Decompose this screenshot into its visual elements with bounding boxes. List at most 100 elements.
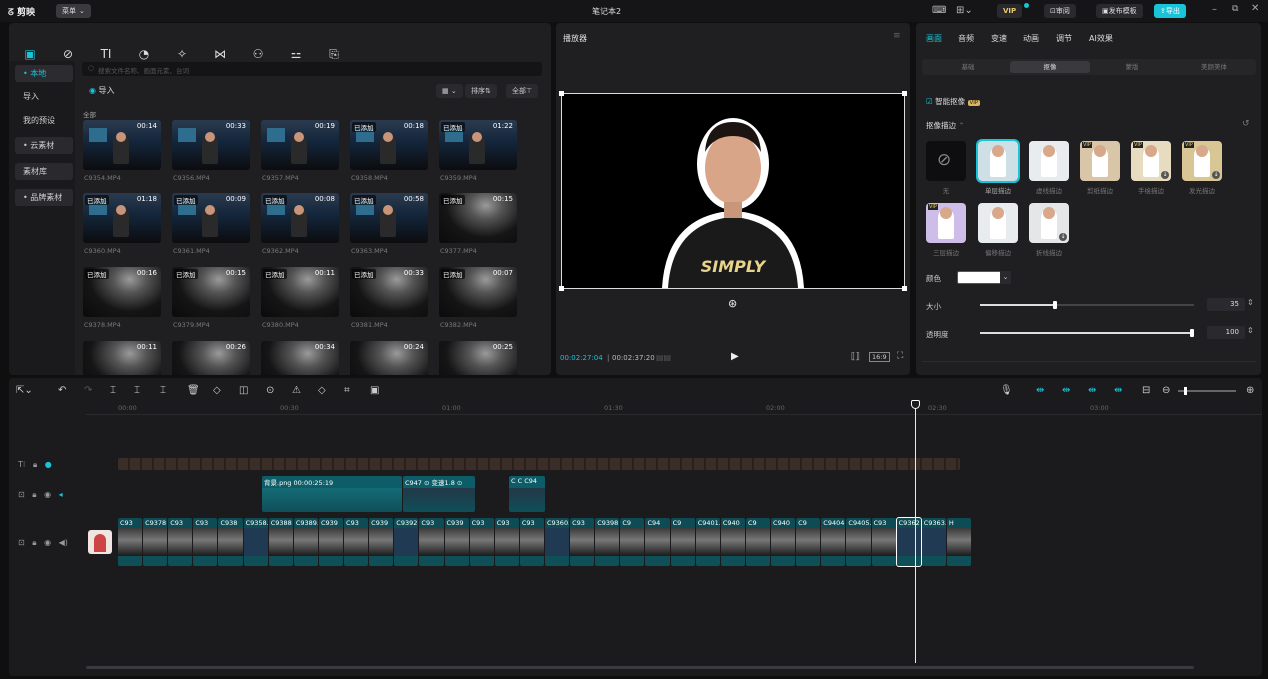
main-track-clip[interactable]: C9	[745, 518, 771, 566]
preview-axis-icon[interactable]: ⇹	[1114, 385, 1122, 396]
close-icon[interactable]: ✕	[1251, 3, 1259, 14]
main-track-clip[interactable]: C94	[645, 518, 670, 566]
media-thumbnail[interactable]: 已添加 00:18	[350, 120, 428, 170]
cover-thumbnail[interactable]	[88, 530, 112, 554]
smart-cutout-toggle[interactable]: ☑ 智能抠像 VIP	[926, 96, 981, 107]
timeline-segments-icon[interactable]: ▤▤	[656, 353, 671, 362]
review-button[interactable]: ⊡ 审阅	[1044, 4, 1076, 18]
main-track-clip[interactable]: C9358.MP	[243, 518, 268, 566]
lock-icon[interactable]: 🔒︎	[32, 538, 36, 547]
main-track-clip[interactable]: C940	[720, 518, 745, 566]
sidebar-item[interactable]: 我的预设	[15, 112, 73, 129]
stroke-preset[interactable]: VIP	[1080, 141, 1120, 181]
media-thumbnail[interactable]: 已添加 00:11	[261, 267, 339, 317]
inspector-tab[interactable]: 变速	[991, 33, 1007, 44]
inspector-tab[interactable]: 动画	[1023, 33, 1039, 44]
main-track-clip[interactable]: C93	[494, 518, 519, 566]
fullscreen-icon[interactable]: ⛶	[897, 351, 903, 361]
main-track-clip[interactable]: C9401.M	[695, 518, 720, 566]
sidebar-item[interactable]: • 云素材	[15, 137, 73, 154]
inspector-tab[interactable]: 音频	[958, 33, 974, 44]
export-button[interactable]: ⇪ 导出	[1154, 4, 1186, 18]
main-track-clip[interactable]: C939	[444, 518, 469, 566]
opacity-slider-handle[interactable]	[1190, 329, 1194, 337]
media-thumbnail[interactable]: 00:19	[261, 120, 339, 170]
main-track-clip[interactable]: C93	[419, 518, 444, 566]
sidebar-item[interactable]: 素材库	[15, 163, 73, 180]
media-thumbnail[interactable]: 已添加 00:58	[350, 193, 428, 243]
overlay-clip[interactable]: 背景.png 00:00:25:19	[262, 476, 402, 512]
split-icon[interactable]: ⌶	[110, 385, 116, 396]
restore-icon[interactable]: ⧉	[1232, 4, 1238, 14]
playhead-handle[interactable]	[911, 400, 920, 409]
media-thumbnail[interactable]: 00:33	[172, 120, 250, 170]
caption-icon[interactable]: ⊟	[1142, 385, 1150, 396]
rotate-tool-icon[interactable]: ◇	[318, 385, 326, 396]
zoom-fit-icon[interactable]: ⊕	[1246, 385, 1254, 396]
stroke-section-title[interactable]: 抠像描边 ⌃	[926, 120, 965, 131]
vip-button[interactable]: VIP	[997, 4, 1023, 18]
audio-icon[interactable]: ◀︎)	[59, 538, 68, 547]
sort-button[interactable]: 排序 ⇅	[465, 84, 497, 98]
crop-icon[interactable]: ⌗	[344, 385, 350, 396]
resize-handle[interactable]	[559, 91, 564, 96]
main-track-clip[interactable]: C9392.MP	[394, 518, 419, 566]
overlay-clip[interactable]: C947 ⊙ 变速1.8 ⊙	[403, 476, 475, 512]
stroke-preset[interactable]	[976, 139, 1020, 183]
media-thumbnail[interactable]: 已添加 01:18	[83, 193, 161, 243]
stroke-preset[interactable]: VIP	[926, 203, 966, 243]
media-thumbnail[interactable]: 已添加 00:33	[350, 267, 428, 317]
crop-view-icon[interactable]: ⟦⟧	[851, 352, 860, 362]
size-stepper-icon[interactable]: ⇕	[1247, 298, 1254, 307]
opacity-slider[interactable]	[980, 329, 1194, 337]
stroke-preset[interactable]	[1029, 141, 1069, 181]
inspector-tab[interactable]: AI效果	[1089, 33, 1113, 44]
main-track-clip[interactable]: C9405.	[846, 518, 871, 566]
resize-handle[interactable]	[902, 91, 907, 96]
main-track-clip[interactable]: C93	[519, 518, 544, 566]
resize-handle[interactable]	[902, 286, 907, 291]
filter-button[interactable]: 全部 ⊤	[506, 84, 539, 98]
split-left-icon[interactable]: ⌶	[134, 385, 140, 396]
inspector-tab[interactable]: 画面	[926, 33, 942, 44]
undo-icon[interactable]: ↶	[58, 385, 66, 396]
text-clips-track[interactable]	[118, 458, 960, 470]
keyboard-icon[interactable]: ⌨	[932, 5, 946, 16]
zoom-slider-handle[interactable]	[1184, 387, 1187, 395]
main-track-clip[interactable]: C9	[620, 518, 645, 566]
minimize-icon[interactable]: –	[1212, 4, 1217, 15]
resize-handle[interactable]	[559, 286, 564, 291]
inspector-subtab[interactable]: 美颜美体	[1174, 61, 1254, 73]
media-thumbnail[interactable]: 已添加 00:07	[439, 267, 517, 317]
eye-icon[interactable]: ◉	[44, 538, 51, 547]
main-track-clip[interactable]: C9388	[268, 518, 293, 566]
size-input[interactable]: 35	[1207, 298, 1245, 311]
main-track-clip[interactable]: C9	[670, 518, 695, 566]
stroke-preset[interactable]: ↓	[1029, 203, 1069, 243]
media-thumbnail[interactable]: 00:34	[261, 341, 339, 375]
zoom-out-icon[interactable]: ⊖	[1162, 385, 1170, 396]
main-track-clip[interactable]: C9363.MP	[921, 518, 946, 566]
reverse-icon[interactable]: ⊙	[266, 385, 274, 396]
delete-icon[interactable]: 🗑︎	[187, 385, 200, 396]
main-track-clip[interactable]: C93	[570, 518, 595, 566]
player-menu-icon[interactable]: ≡	[893, 31, 901, 41]
reset-icon[interactable]: ↺	[1242, 119, 1250, 129]
main-track-clip[interactable]: C9	[796, 518, 821, 566]
lock-icon[interactable]: 🔒︎	[33, 460, 37, 469]
preview-canvas[interactable]: SIMPLY	[559, 91, 907, 291]
linkage-icon[interactable]: ⇹	[1088, 385, 1096, 396]
color-picker[interactable]: ⌄	[957, 271, 1011, 284]
zoom-slider[interactable]	[1178, 387, 1236, 395]
search-input[interactable]: ○ 搜索文件名称、画面元素、台词	[82, 62, 542, 76]
microphone-icon[interactable]: 🎙︎	[1000, 385, 1013, 396]
main-track-clip[interactable]: H	[946, 518, 971, 566]
main-track-clip[interactable]: C9404	[821, 518, 846, 566]
main-track-clip[interactable]: C9360.MP4	[545, 518, 570, 566]
main-track-magnet-icon[interactable]: ⇹	[1036, 385, 1044, 396]
sidebar-item[interactable]: • 本地	[15, 65, 73, 82]
inspector-tab[interactable]: 调节	[1056, 33, 1072, 44]
media-thumbnail[interactable]: 00:24	[350, 341, 428, 375]
main-track-clip[interactable]: C93	[118, 518, 143, 566]
select-tool-icon[interactable]: ⇱⌄	[16, 385, 33, 396]
